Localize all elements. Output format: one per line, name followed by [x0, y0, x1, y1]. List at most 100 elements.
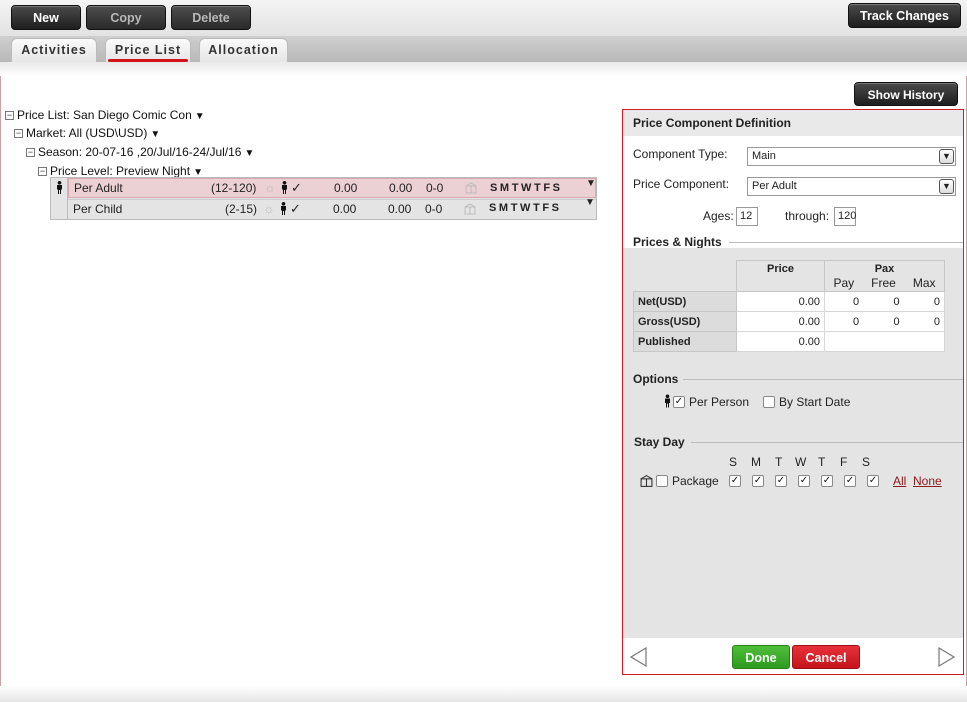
- pay-value: 0: [853, 295, 860, 308]
- day-checkbox-thu[interactable]: ✓: [821, 475, 833, 487]
- max-value: 0: [933, 315, 940, 328]
- component-type-value: Main: [752, 150, 776, 162]
- day-checkbox-sun[interactable]: ✓: [729, 475, 741, 487]
- component-type-select[interactable]: Main ▼: [747, 147, 956, 166]
- tab-allocation[interactable]: Allocation: [199, 38, 288, 62]
- net-value: 0.00: [334, 181, 358, 195]
- table-row[interactable]: Per Child (2-15) ☼ ✓ 0.00 0.00 0-0 SMTWT…: [68, 197, 596, 219]
- price-cell[interactable]: 0.00: [736, 331, 825, 352]
- component-name: Per Child: [73, 202, 123, 216]
- dropdown-arrow-icon[interactable]: ▼: [195, 111, 205, 122]
- day-header: M: [751, 455, 761, 469]
- pax-cells[interactable]: 0 0 0: [824, 291, 945, 312]
- tree-node-season[interactable]: − Season: 20-07-16 ,20/Jul/16-24/Jul/16 ▼: [26, 145, 254, 159]
- by-start-date-checkbox[interactable]: [763, 396, 775, 408]
- tree-node-price-level[interactable]: − Price Level: Preview Night ▼: [38, 164, 203, 178]
- day-checkbox-fri[interactable]: ✓: [844, 475, 856, 487]
- pax-cells[interactable]: 0 0 0: [824, 311, 945, 332]
- section-divider: [691, 442, 963, 443]
- dropdown-arrow-icon[interactable]: ▼: [585, 197, 595, 208]
- new-button[interactable]: New: [11, 5, 81, 30]
- tab-label: Allocation: [208, 43, 279, 57]
- chevron-down-icon[interactable]: ▼: [939, 179, 954, 194]
- pax-subheaders: Pay Free Max: [825, 276, 944, 290]
- component-type-label: Component Type:: [633, 147, 728, 161]
- delete-button[interactable]: Delete: [171, 5, 251, 30]
- price-component-value: Per Adult: [752, 180, 797, 192]
- per-person-checkbox[interactable]: ✓: [673, 396, 685, 408]
- cancel-button[interactable]: Cancel: [792, 645, 860, 669]
- tab-price-list[interactable]: Price List: [105, 38, 191, 62]
- track-changes-button[interactable]: Track Changes: [848, 3, 961, 28]
- collapse-icon[interactable]: −: [38, 167, 47, 176]
- prices-nights-section: Prices & Nights: [623, 235, 963, 249]
- row-label: Published: [633, 331, 737, 352]
- pay-header: Pay: [833, 276, 855, 290]
- sun-icon: ☼: [263, 201, 275, 216]
- pax-empty-cell: [824, 331, 945, 352]
- day-checkbox-tue[interactable]: ✓: [775, 475, 787, 487]
- component-ages: (2-15): [225, 202, 258, 216]
- previous-arrow-icon[interactable]: [628, 646, 648, 668]
- person-icon: [281, 202, 286, 215]
- day-checkbox-sat[interactable]: ✓: [867, 475, 879, 487]
- price-cell[interactable]: 0.00: [736, 311, 825, 332]
- package-checkbox[interactable]: [656, 475, 668, 487]
- panel-title: Price Component Definition: [623, 110, 963, 136]
- chevron-down-icon[interactable]: ▼: [939, 149, 954, 164]
- max-header: Max: [912, 276, 936, 290]
- dropdown-arrow-icon[interactable]: ▼: [150, 129, 160, 140]
- ages-from-input[interactable]: 12: [736, 207, 758, 226]
- pay-value: 0: [853, 315, 860, 328]
- select-no-days-link[interactable]: None: [913, 474, 942, 488]
- price-component-label: Price Component:: [633, 177, 730, 191]
- collapse-icon[interactable]: −: [5, 111, 14, 120]
- price-component-grid: Per Adult (12-120) ☼ ✓ 0.00 0.00 0-0 SMT…: [50, 177, 597, 220]
- price-component-select[interactable]: Per Adult ▼: [747, 177, 956, 196]
- options-section: Options: [623, 372, 963, 386]
- gross-value: 0.00: [388, 202, 412, 216]
- select-all-days-link[interactable]: All: [893, 474, 906, 488]
- ages-label: Ages:: [703, 209, 734, 223]
- panel-footer: Done Cancel: [623, 638, 963, 674]
- ages-to-input[interactable]: 120: [834, 207, 856, 226]
- day-checkbox-mon[interactable]: ✓: [752, 475, 764, 487]
- price-cell[interactable]: 0.00: [736, 291, 825, 312]
- copy-button[interactable]: Copy: [86, 5, 166, 30]
- per-person-label: Per Person: [689, 395, 750, 409]
- tab-sub-bar: [0, 62, 967, 76]
- dropdown-arrow-icon[interactable]: ▼: [586, 178, 596, 189]
- dropdown-arrow-icon[interactable]: ▼: [244, 148, 254, 159]
- tree-node-price-list[interactable]: − Price List: San Diego Comic Con ▼: [5, 108, 205, 122]
- section-title: Options: [633, 372, 679, 386]
- price-level-label: Price Level: Preview Night: [50, 164, 191, 178]
- collapse-icon[interactable]: −: [26, 148, 35, 157]
- price-header: Price: [736, 260, 825, 292]
- pax-header-label: Pax: [874, 263, 895, 275]
- stay-days: SMTWTFS: [489, 202, 562, 214]
- next-arrow-icon[interactable]: [937, 646, 957, 668]
- price-list-label: Price List: San Diego Comic Con: [17, 108, 192, 122]
- max-value: 0: [933, 295, 940, 308]
- tab-activities[interactable]: Activities: [11, 38, 97, 62]
- table-row: Gross(USD) 0.00 0 0 0: [633, 311, 945, 332]
- show-history-button[interactable]: Show History: [854, 82, 958, 106]
- tree-node-market[interactable]: − Market: All (USD\USD) ▼: [14, 126, 160, 140]
- check-icon: ✓: [290, 201, 301, 216]
- day-header: W: [795, 455, 807, 469]
- component-ages: (12-120): [211, 181, 257, 195]
- day-header: S: [729, 455, 738, 469]
- table-row: Published 0.00: [633, 331, 945, 352]
- day-header: F: [840, 455, 848, 469]
- done-button[interactable]: Done: [732, 645, 790, 669]
- section-divider: [729, 242, 963, 243]
- through-label: through:: [785, 209, 830, 223]
- table-row[interactable]: Per Adult (12-120) ☼ ✓ 0.00 0.00 0-0 SMT…: [68, 178, 596, 198]
- package-icon: [640, 474, 653, 487]
- net-value: 0.00: [333, 202, 357, 216]
- free-header: Free: [871, 276, 896, 290]
- prices-table: Price Pax Pay Free Max Net(USD) 0.00 0 0…: [633, 260, 945, 352]
- tab-label: Price List: [114, 43, 182, 57]
- day-checkbox-wed[interactable]: ✓: [798, 475, 810, 487]
- collapse-icon[interactable]: −: [14, 129, 23, 138]
